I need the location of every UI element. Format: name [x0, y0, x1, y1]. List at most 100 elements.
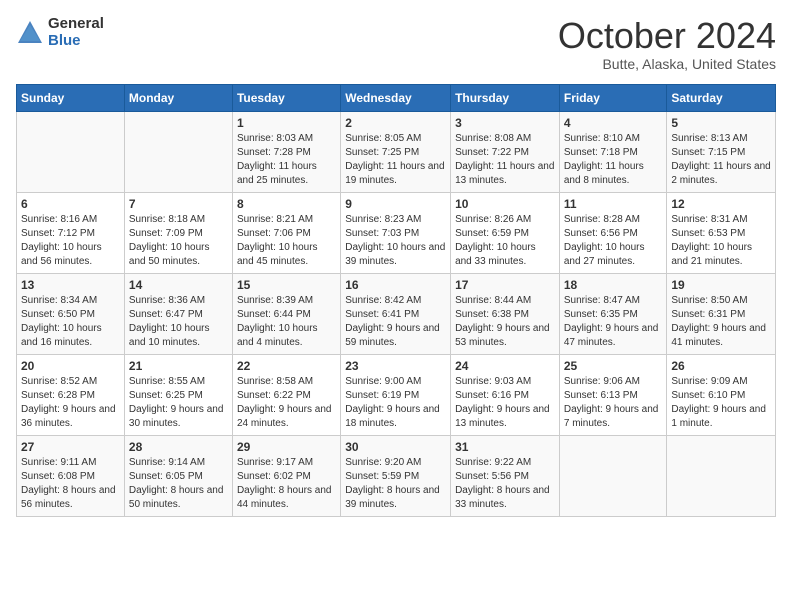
day-info: Sunrise: 8:36 AMSunset: 6:47 PMDaylight:… — [129, 294, 228, 350]
week-row-4: 20 Sunrise: 8:52 AMSunset: 6:28 PMDayligh… — [17, 354, 776, 435]
day-cell: 9 Sunrise: 8:23 AMSunset: 7:03 PMDaylight… — [341, 192, 451, 273]
day-number: 24 — [455, 359, 555, 373]
day-number: 2 — [345, 116, 446, 130]
day-cell: 4Sunrise: 8:10 AMSunset: 7:18 PMDaylight… — [559, 111, 667, 192]
day-number: 15 — [237, 278, 336, 292]
logo-general-label: General — [48, 16, 104, 33]
logo-blue-label: Blue — [48, 33, 104, 50]
logo-icon — [16, 19, 44, 47]
day-number: 18 — [564, 278, 663, 292]
day-number: 11 — [564, 197, 663, 211]
day-cell: 12 Sunrise: 8:31 AMSunset: 6:53 PMDayligh… — [667, 192, 776, 273]
calendar-subtitle: Butte, Alaska, United States — [558, 56, 776, 72]
day-info: Sunrise: 8:28 AMSunset: 6:56 PMDaylight:… — [564, 213, 663, 269]
day-info: Sunrise: 8:44 AMSunset: 6:38 PMDaylight:… — [455, 294, 555, 350]
week-row-2: 6 Sunrise: 8:16 AMSunset: 7:12 PMDaylight… — [17, 192, 776, 273]
day-number: 7 — [129, 197, 228, 211]
day-number: 8 — [237, 197, 336, 211]
day-cell: 19 Sunrise: 8:50 AMSunset: 6:31 PMDayligh… — [667, 273, 776, 354]
day-cell — [667, 435, 776, 516]
day-info: Sunrise: 8:47 AMSunset: 6:35 PMDaylight:… — [564, 294, 663, 350]
day-cell: 10Sunrise: 8:26 AMSunset: 6:59 PMDayligh… — [451, 192, 560, 273]
day-cell: 26 Sunrise: 9:09 AMSunset: 6:10 PMDayligh… — [667, 354, 776, 435]
day-number: 12 — [671, 197, 771, 211]
day-number: 4 — [564, 116, 663, 130]
day-number: 21 — [129, 359, 228, 373]
day-number: 20 — [21, 359, 120, 373]
day-info: Sunrise: 8:52 AMSunset: 6:28 PMDaylight:… — [21, 375, 120, 431]
day-cell: 22 Sunrise: 8:58 AMSunset: 6:22 PMDayligh… — [232, 354, 340, 435]
day-cell: 30 Sunrise: 9:20 AMSunset: 5:59 PMDayligh… — [341, 435, 451, 516]
day-number: 26 — [671, 359, 771, 373]
day-cell: 31Sunrise: 9:22 AMSunset: 5:56 PMDayligh… — [451, 435, 560, 516]
day-cell: 3 Sunrise: 8:08 AMSunset: 7:22 PMDaylight… — [451, 111, 560, 192]
day-number: 3 — [455, 116, 555, 130]
day-info: Sunrise: 8:26 AMSunset: 6:59 PMDaylight:… — [455, 213, 555, 269]
day-info: Sunrise: 8:34 AMSunset: 6:50 PMDaylight:… — [21, 294, 120, 350]
header-cell-monday: Monday — [124, 84, 232, 111]
day-number: 17 — [455, 278, 555, 292]
day-number: 30 — [345, 440, 446, 454]
day-info: Sunrise: 8:13 AMSunset: 7:15 PMDaylight:… — [671, 132, 771, 188]
week-row-5: 27 Sunrise: 9:11 AMSunset: 6:08 PMDayligh… — [17, 435, 776, 516]
title-area: October 2024 Butte, Alaska, United State… — [558, 16, 776, 72]
day-cell: 25 Sunrise: 9:06 AMSunset: 6:13 PMDayligh… — [559, 354, 667, 435]
day-cell: 16 Sunrise: 8:42 AMSunset: 6:41 PMDayligh… — [341, 273, 451, 354]
day-cell: 17 Sunrise: 8:44 AMSunset: 6:38 PMDayligh… — [451, 273, 560, 354]
day-number: 16 — [345, 278, 446, 292]
day-number: 28 — [129, 440, 228, 454]
day-info: Sunrise: 9:14 AMSunset: 6:05 PMDaylight:… — [129, 456, 228, 512]
day-info: Sunrise: 8:18 AMSunset: 7:09 PMDaylight:… — [129, 213, 228, 269]
day-info: Sunrise: 9:06 AMSunset: 6:13 PMDaylight:… — [564, 375, 663, 431]
day-cell: 2 Sunrise: 8:05 AMSunset: 7:25 PMDaylight… — [341, 111, 451, 192]
day-number: 19 — [671, 278, 771, 292]
day-info: Sunrise: 8:21 AMSunset: 7:06 PMDaylight:… — [237, 213, 336, 269]
day-cell: 1Sunrise: 8:03 AMSunset: 7:28 PMDaylight… — [232, 111, 340, 192]
week-row-3: 13 Sunrise: 8:34 AMSunset: 6:50 PMDayligh… — [17, 273, 776, 354]
day-cell: 28 Sunrise: 9:14 AMSunset: 6:05 PMDayligh… — [124, 435, 232, 516]
day-number: 27 — [21, 440, 120, 454]
day-number: 6 — [21, 197, 120, 211]
day-info: Sunrise: 9:03 AMSunset: 6:16 PMDaylight:… — [455, 375, 555, 431]
header-cell-saturday: Saturday — [667, 84, 776, 111]
day-number: 5 — [671, 116, 771, 130]
day-cell: 29 Sunrise: 9:17 AMSunset: 6:02 PMDayligh… — [232, 435, 340, 516]
day-number: 22 — [237, 359, 336, 373]
day-info: Sunrise: 8:31 AMSunset: 6:53 PMDaylight:… — [671, 213, 771, 269]
day-cell: 15Sunrise: 8:39 AMSunset: 6:44 PMDayligh… — [232, 273, 340, 354]
day-number: 25 — [564, 359, 663, 373]
day-number: 13 — [21, 278, 120, 292]
day-info: Sunrise: 9:09 AMSunset: 6:10 PMDaylight:… — [671, 375, 771, 431]
day-cell: 20 Sunrise: 8:52 AMSunset: 6:28 PMDayligh… — [17, 354, 125, 435]
day-info: Sunrise: 9:00 AMSunset: 6:19 PMDaylight:… — [345, 375, 446, 431]
day-info: Sunrise: 8:42 AMSunset: 6:41 PMDaylight:… — [345, 294, 446, 350]
day-number: 9 — [345, 197, 446, 211]
logo-text: General Blue — [48, 16, 104, 49]
header: General Blue October 2024 Butte, Alaska,… — [16, 16, 776, 72]
day-info: Sunrise: 8:50 AMSunset: 6:31 PMDaylight:… — [671, 294, 771, 350]
day-info: Sunrise: 8:23 AMSunset: 7:03 PMDaylight:… — [345, 213, 446, 269]
day-info: Sunrise: 8:58 AMSunset: 6:22 PMDaylight:… — [237, 375, 336, 431]
day-info: Sunrise: 8:55 AMSunset: 6:25 PMDaylight:… — [129, 375, 228, 431]
header-cell-wednesday: Wednesday — [341, 84, 451, 111]
day-cell: 7 Sunrise: 8:18 AMSunset: 7:09 PMDaylight… — [124, 192, 232, 273]
day-info: Sunrise: 9:20 AMSunset: 5:59 PMDaylight:… — [345, 456, 446, 512]
header-cell-friday: Friday — [559, 84, 667, 111]
week-row-1: 1Sunrise: 8:03 AMSunset: 7:28 PMDaylight… — [17, 111, 776, 192]
day-number: 29 — [237, 440, 336, 454]
day-cell: 23Sunrise: 9:00 AMSunset: 6:19 PMDayligh… — [341, 354, 451, 435]
day-cell: 14 Sunrise: 8:36 AMSunset: 6:47 PMDayligh… — [124, 273, 232, 354]
day-info: Sunrise: 8:08 AMSunset: 7:22 PMDaylight:… — [455, 132, 555, 188]
header-cell-sunday: Sunday — [17, 84, 125, 111]
day-info: Sunrise: 9:17 AMSunset: 6:02 PMDaylight:… — [237, 456, 336, 512]
day-info: Sunrise: 8:05 AMSunset: 7:25 PMDaylight:… — [345, 132, 446, 188]
calendar-table: SundayMondayTuesdayWednesdayThursdayFrid… — [16, 84, 776, 517]
day-info: Sunrise: 8:16 AMSunset: 7:12 PMDaylight:… — [21, 213, 120, 269]
day-cell — [17, 111, 125, 192]
day-cell: 5 Sunrise: 8:13 AMSunset: 7:15 PMDaylight… — [667, 111, 776, 192]
calendar-title: October 2024 — [558, 16, 776, 56]
day-cell — [124, 111, 232, 192]
day-info: Sunrise: 9:11 AMSunset: 6:08 PMDaylight:… — [21, 456, 120, 512]
day-info: Sunrise: 9:22 AMSunset: 5:56 PMDaylight:… — [455, 456, 555, 512]
day-number: 14 — [129, 278, 228, 292]
